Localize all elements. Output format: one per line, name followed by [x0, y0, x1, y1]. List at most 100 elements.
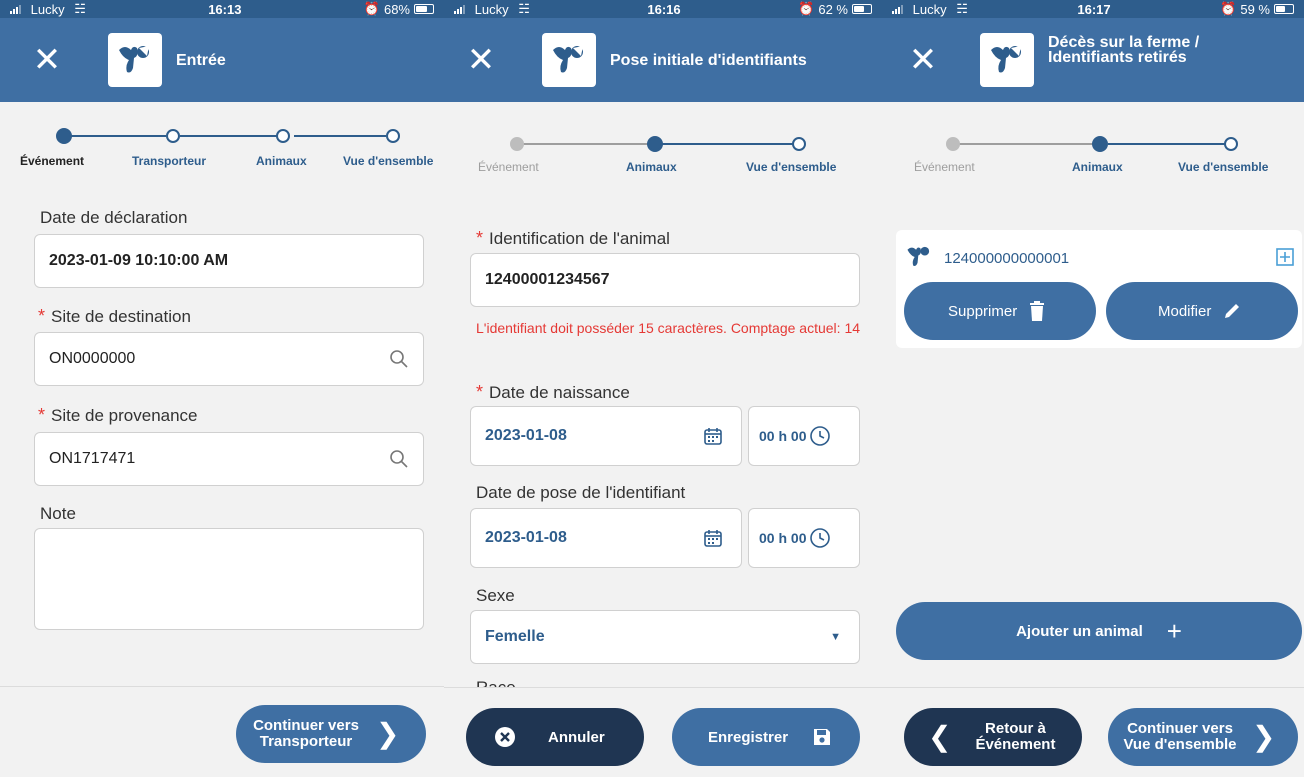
close-icon[interactable]: ✕ [24, 37, 70, 83]
wifi-icon: ☵ [956, 1, 968, 16]
save-label: Enregistrer [708, 728, 789, 746]
note-textarea[interactable] [34, 528, 424, 630]
calendar-icon[interactable] [703, 426, 723, 446]
dropdown-arrow-icon: ▼ [830, 631, 841, 643]
screen-entree: Lucky ☵ 16:13 ⏰ 68% ✕ Entrée Événement Tr… [0, 0, 444, 777]
bottom-bar: Annuler Enregistrer [444, 687, 882, 777]
battery-icon [414, 4, 434, 14]
declaration-date-field[interactable]: 2023-01-09 10:10:00 AM [34, 234, 424, 288]
continue-button[interactable]: Continuer vers Transporteur ❯ [236, 705, 426, 763]
continue-label: Continuer vers [253, 717, 359, 734]
wifi-icon: ☵ [518, 1, 530, 16]
app-logo [108, 33, 162, 87]
alarm-icon: ⏰ [798, 1, 815, 16]
destination-site-input[interactable]: ON0000000 [34, 332, 424, 386]
continue-button[interactable]: Continuer vers Vue d'ensemble ❯ [1108, 708, 1298, 766]
status-time: 16:16 [647, 1, 681, 17]
destination-label: * Site de destination [38, 306, 191, 326]
back-button[interactable]: ❮ Retour à Événement [904, 708, 1082, 766]
bottom-bar: ❮ Retour à Événement Continuer vers Vue … [882, 687, 1304, 777]
battery-percent: 68% [383, 1, 410, 17]
page-title: Décès sur la ferme / Identifiants retiré… [1048, 34, 1200, 66]
animal-id: 124000000000001 [944, 250, 1070, 267]
page-title-line-1: Décès sur la ferme / [1048, 34, 1200, 51]
back-label: Retour à [985, 720, 1046, 737]
step-dot-done [510, 137, 524, 151]
page-title: Pose initiale d'identifiants [610, 51, 807, 69]
add-animal-label: Ajouter un animal [1016, 622, 1143, 640]
step-label-evenement[interactable]: Événement [478, 160, 539, 174]
stepper: Événement Transporteur Animaux Vue d'ens… [0, 102, 444, 192]
step-dot [276, 129, 290, 143]
tag-time-input[interactable]: 00 h 00 [748, 508, 860, 568]
birth-time-input[interactable]: 00 h 00 [748, 406, 860, 466]
alarm-icon: ⏰ [1220, 1, 1237, 16]
floppy-save-icon [814, 729, 831, 745]
tag-date-input[interactable]: 2023-01-08 [470, 508, 742, 568]
app-header: ✕ Entrée [0, 18, 444, 102]
page-title: Entrée [176, 51, 226, 69]
page-title-line-2: Identifiants retirés [1048, 49, 1187, 66]
step-dot [792, 137, 806, 151]
step-dot [1224, 137, 1238, 151]
cancel-label: Annuler [548, 728, 605, 746]
step-dot [166, 129, 180, 143]
expand-plus-icon[interactable] [1276, 248, 1294, 266]
tag-date-label: Date de pose de l'identifiant [476, 483, 686, 502]
step-label-transporteur[interactable]: Transporteur [132, 154, 206, 168]
app-header: ✕ Pose initiale d'identifiants [444, 18, 882, 102]
edit-button[interactable]: Modifier [1106, 282, 1298, 340]
step-label-animaux[interactable]: Animaux [256, 154, 307, 168]
step-label-animaux[interactable]: Animaux [626, 160, 677, 174]
step-dot-active [647, 136, 663, 152]
add-animal-button[interactable]: Ajouter un animal + [896, 602, 1302, 660]
sex-select[interactable]: Femelle ▼ [470, 610, 860, 664]
search-icon[interactable] [389, 349, 409, 369]
clock-icon[interactable] [809, 527, 831, 549]
search-icon[interactable] [389, 449, 409, 469]
sex-label: Sexe [476, 586, 515, 605]
step-label-animaux[interactable]: Animaux [1072, 160, 1123, 174]
step-label-evenement[interactable]: Événement [20, 154, 84, 168]
continue-label-2: Transporteur [259, 733, 353, 750]
step-label-vue[interactable]: Vue d'ensemble [746, 160, 836, 174]
chevron-right-icon: ❯ [376, 718, 400, 749]
back-label-2: Événement [975, 736, 1056, 753]
animal-id-label: * Identification de l'animal [476, 228, 670, 248]
save-button[interactable]: Enregistrer [672, 708, 860, 766]
wifi-icon: ☵ [74, 1, 86, 16]
animal-id-input[interactable]: 12400001234567 [470, 253, 860, 307]
continue-label-2: Vue d'ensemble [1123, 736, 1237, 753]
app-logo [980, 33, 1034, 87]
chevron-left-icon: ❮ [928, 721, 952, 752]
carrier-name: Lucky [30, 1, 65, 17]
trash-icon [1030, 301, 1045, 321]
chevron-right-icon: ❯ [1252, 721, 1276, 752]
cancel-circle-icon [495, 727, 515, 747]
delete-button[interactable]: Supprimer [904, 282, 1096, 340]
step-dot-active [56, 128, 72, 144]
step-label-vue[interactable]: Vue d'ensemble [1178, 160, 1268, 174]
app-logo [542, 33, 596, 87]
cancel-button[interactable]: Annuler [466, 708, 644, 766]
step-label-evenement[interactable]: Événement [914, 160, 975, 174]
calendar-icon[interactable] [703, 528, 723, 548]
close-icon[interactable]: ✕ [458, 37, 504, 83]
note-label: Note [40, 504, 76, 523]
clock-icon[interactable] [809, 425, 831, 447]
screen-deces: Lucky ☵ 16:17 ⏰ 59 % ✕ Décès sur la ferme… [882, 0, 1304, 777]
step-dot [386, 129, 400, 143]
close-icon[interactable]: ✕ [900, 37, 946, 83]
signal-icon [10, 4, 21, 14]
status-bar: Lucky ☵ 16:13 ⏰ 68% [0, 0, 444, 18]
provenance-site-input[interactable]: ON1717471 [34, 432, 424, 486]
carrier-name: Lucky [474, 1, 509, 17]
step-dot-active [1092, 136, 1108, 152]
alarm-icon: ⏰ [363, 1, 380, 16]
edit-label: Modifier [1158, 302, 1212, 320]
birth-date-input[interactable]: 2023-01-08 [470, 406, 742, 466]
stepper: Événement Animaux Vue d'ensemble [444, 102, 882, 192]
step-label-vue[interactable]: Vue d'ensemble [343, 154, 433, 168]
animal-logo-icon [907, 246, 930, 267]
battery-icon [1273, 4, 1294, 14]
